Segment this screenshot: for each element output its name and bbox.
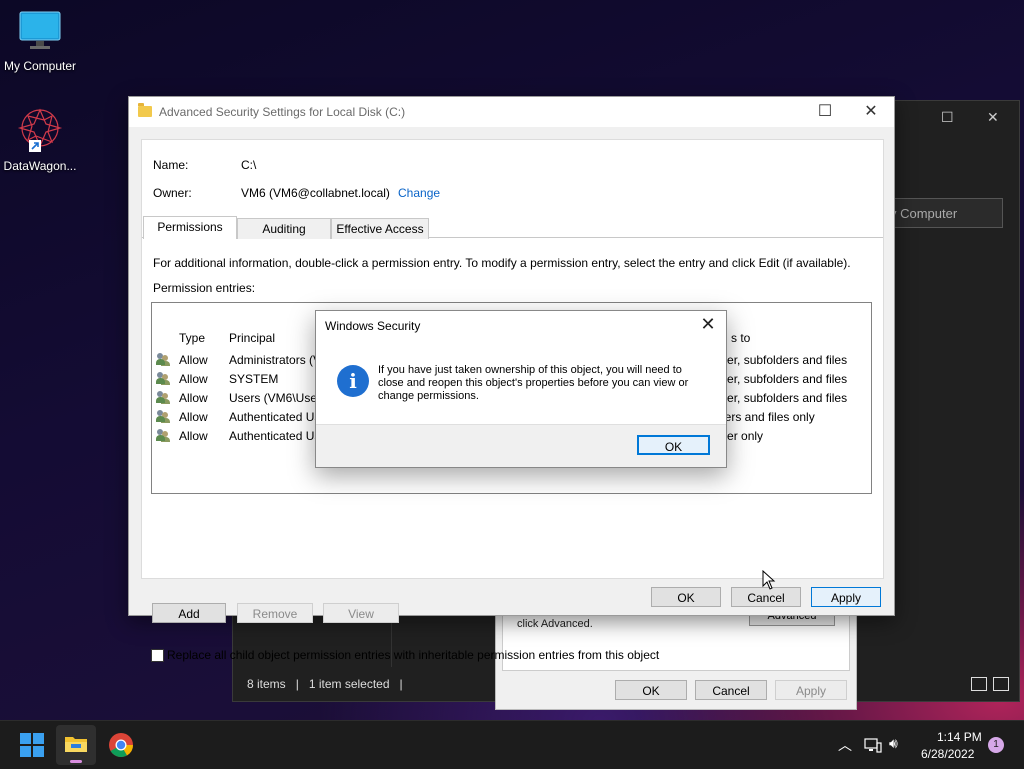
row-principal: Users (VM6\User	[229, 391, 322, 405]
column-header-applies-to[interactable]: s to	[731, 331, 750, 345]
row-principal: Administrators (V	[229, 353, 322, 367]
close-icon[interactable]: ✕	[856, 101, 886, 121]
cancel-button[interactable]: Cancel	[731, 587, 801, 607]
ok-button[interactable]: OK	[615, 680, 687, 700]
status-selected: 1 item selected	[308, 677, 390, 691]
status-bar: 8 items | 1 item selected |	[247, 677, 403, 691]
active-indicator	[70, 760, 82, 763]
info-icon: i	[337, 365, 369, 397]
row-type: Allow	[179, 353, 208, 367]
desktop-icon-label: My Computer	[3, 59, 77, 73]
row-type: Allow	[179, 391, 208, 405]
dialog-title: Windows Security	[325, 319, 421, 333]
row-type: Allow	[179, 410, 208, 424]
ok-button[interactable]: OK	[651, 587, 721, 607]
desktop-icon-label: DataWagon...	[3, 159, 77, 173]
users-icon	[156, 353, 170, 366]
view-toggle[interactable]	[971, 677, 1009, 691]
close-icon[interactable]: ✕	[987, 109, 999, 126]
remove-button[interactable]: Remove	[237, 603, 313, 623]
row-type: Allow	[179, 372, 208, 386]
users-icon	[156, 429, 170, 442]
chrome-icon[interactable]	[105, 729, 137, 761]
row-applies: older, subfolders and files	[711, 372, 848, 386]
tiles-view-icon[interactable]	[993, 677, 1009, 691]
tab-auditing[interactable]: Auditing	[237, 218, 331, 239]
status-items-count: 8 items	[247, 677, 286, 691]
row-type: Allow	[179, 429, 208, 443]
users-icon	[156, 391, 170, 404]
apply-button[interactable]: Apply	[775, 680, 847, 700]
details-view-icon[interactable]	[971, 677, 987, 691]
properties-hint: click Advanced.	[517, 618, 593, 630]
window-title: Advanced Security Settings for Local Dis…	[159, 105, 406, 119]
dialog-footer: OK	[316, 424, 726, 467]
row-principal: Authenticated Us	[229, 410, 321, 424]
desktop-icon-my-computer[interactable]: My Computer	[0, 10, 80, 73]
permission-entries-label: Permission entries:	[153, 281, 256, 295]
row-applies: ders and files only	[718, 410, 815, 424]
users-icon	[156, 372, 170, 385]
tab-effective-access[interactable]: Effective Access	[331, 218, 429, 239]
row-applies: older, subfolders and files	[711, 391, 848, 405]
notification-badge[interactable]: 1	[988, 737, 1004, 753]
replace-child-permissions-checkbox[interactable]	[151, 649, 164, 662]
row-applies: older, subfolders and files	[711, 353, 848, 367]
file-explorer-taskbar-button[interactable]	[56, 725, 96, 765]
folder-icon	[65, 737, 87, 752]
windows-security-dialog: Windows Security ✕ i If you have just ta…	[315, 310, 727, 468]
permission-info-text: For additional information, double-click…	[153, 256, 851, 270]
monitor-icon	[19, 11, 61, 49]
chevron-up-icon[interactable]: ︿	[838, 735, 852, 755]
name-value: C:\	[241, 158, 257, 172]
users-icon	[156, 410, 170, 423]
cancel-button[interactable]: Cancel	[695, 680, 767, 700]
address-bar[interactable]: y Computer	[883, 198, 1003, 228]
column-header-principal[interactable]: Principal	[229, 331, 275, 345]
column-header-type[interactable]: Type	[179, 331, 205, 345]
name-label: Name:	[153, 158, 189, 172]
clock-time[interactable]: 1:14 PM	[937, 730, 982, 744]
datawagon-icon	[17, 108, 63, 152]
row-principal: Authenticated Us	[229, 429, 321, 443]
maximize-icon[interactable]: ☐	[941, 109, 954, 126]
close-icon[interactable]: ✕	[698, 314, 718, 335]
start-windows-icon[interactable]	[16, 729, 48, 761]
clock-date[interactable]: 6/28/2022	[921, 747, 974, 761]
maximize-icon[interactable]: ☐	[810, 101, 840, 121]
tab-permissions[interactable]: Permissions	[143, 216, 237, 239]
replace-child-permissions-label[interactable]: Replace all child object permission entr…	[167, 648, 659, 662]
apply-button[interactable]: Apply	[811, 587, 881, 607]
dialog-message: If you have just taken ownership of this…	[378, 364, 689, 402]
folder-icon	[138, 103, 152, 117]
add-button[interactable]: Add	[152, 603, 226, 623]
owner-label: Owner:	[153, 186, 192, 200]
title-bar[interactable]: Advanced Security Settings for Local Dis…	[129, 97, 894, 127]
view-button[interactable]: View	[323, 603, 399, 623]
taskbar: ︿ 🔊︎ 1:14 PM 6/28/2022 1	[0, 720, 1024, 769]
desktop-icon-datawagon[interactable]: DataWagon...	[0, 106, 80, 173]
mouse-cursor-icon	[762, 570, 776, 590]
volume-icon[interactable]: 🔊︎	[889, 735, 898, 752]
change-owner-link[interactable]: Change	[398, 186, 440, 200]
ok-button[interactable]: OK	[637, 435, 710, 455]
owner-value: VM6 (VM6@collabnet.local)	[241, 186, 390, 200]
network-icon[interactable]	[864, 737, 882, 753]
row-principal: SYSTEM	[229, 372, 279, 386]
